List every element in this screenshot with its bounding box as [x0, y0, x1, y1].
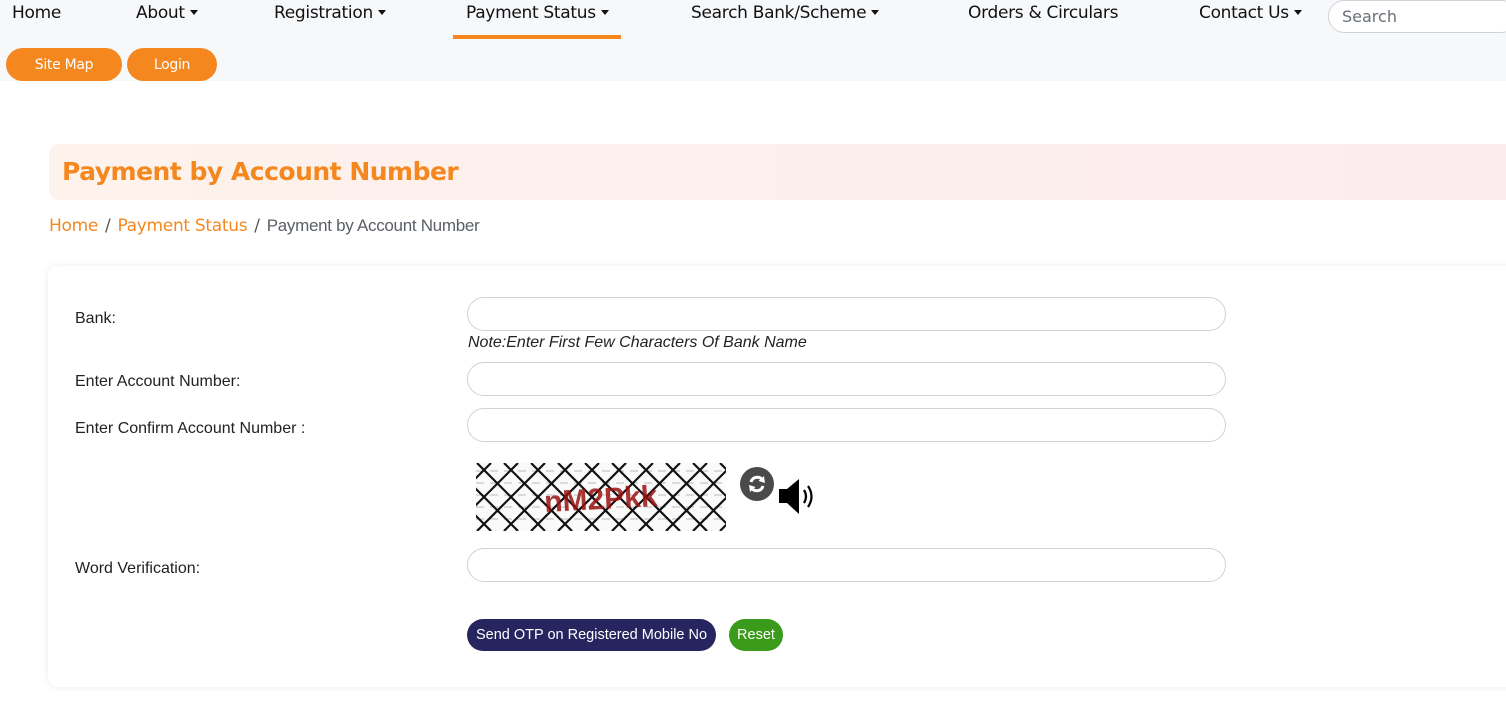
reset-button[interactable]: Reset: [729, 619, 783, 651]
bank-input[interactable]: [467, 297, 1226, 331]
captcha-text: nM2Pkk: [543, 480, 658, 519]
site-map-button[interactable]: Site Map: [6, 48, 122, 81]
captcha-image: nM2Pkk: [476, 463, 726, 531]
nav-item-home[interactable]: Home: [12, 0, 61, 40]
nav-item-label: Contact Us: [1199, 3, 1289, 23]
nav-item-label: Orders & Circulars: [968, 3, 1119, 23]
nav-item-label: Payment Status: [466, 3, 596, 23]
caret-down-icon: [871, 9, 880, 15]
top-navbar: Home About Registration Payment Status S…: [0, 0, 1506, 81]
breadcrumb-payment-status-link[interactable]: Payment Status: [117, 216, 247, 236]
breadcrumb-separator: /: [105, 216, 111, 236]
nav-item-label: Search Bank/Scheme: [691, 3, 867, 23]
page-title: Payment by Account Number: [62, 157, 459, 186]
nav-item-label: About: [136, 3, 185, 23]
breadcrumb-separator: /: [254, 216, 260, 236]
confirm-account-number-input[interactable]: [467, 408, 1226, 442]
confirm-account-number-label: Enter Confirm Account Number :: [75, 420, 306, 437]
caret-down-icon: [1293, 9, 1302, 15]
nav-item-label: Registration: [274, 3, 373, 23]
nav-item-contact-us[interactable]: Contact Us: [1199, 0, 1302, 40]
breadcrumb-home-link[interactable]: Home: [49, 216, 98, 236]
nav-item-payment-status[interactable]: Payment Status: [453, 0, 621, 40]
breadcrumb-current: Payment by Account Number: [266, 216, 480, 235]
send-otp-button[interactable]: Send OTP on Registered Mobile No: [467, 619, 717, 651]
login-button[interactable]: Login: [127, 48, 217, 81]
audio-captcha-speaker-icon[interactable]: [777, 477, 821, 517]
nav-item-registration[interactable]: Registration: [274, 0, 386, 40]
nav-item-orders-circulars[interactable]: Orders & Circulars: [968, 0, 1118, 40]
breadcrumb: Home / Payment Status / Payment by Account N…: [49, 216, 480, 236]
page-title-banner: Payment by Account Number: [49, 144, 1506, 200]
search-input[interactable]: [1328, 0, 1506, 33]
word-verification-input[interactable]: [467, 548, 1226, 582]
account-number-input[interactable]: [467, 362, 1226, 396]
word-verification-label: Word Verification:: [75, 560, 201, 577]
account-number-label: Enter Account Number:: [75, 373, 241, 390]
refresh-captcha-icon[interactable]: [740, 467, 774, 501]
caret-down-icon: [377, 9, 386, 15]
bank-note: Note:Enter First Few Characters Of Bank …: [468, 334, 807, 351]
nav-item-search-bank-scheme[interactable]: Search Bank/Scheme: [691, 0, 880, 40]
bank-label: Bank:: [75, 310, 116, 327]
nav-item-about[interactable]: About: [136, 0, 198, 40]
nav-item-label: Home: [12, 3, 62, 23]
payment-form-card: Bank: Note:Enter First Few Characters Of…: [48, 266, 1506, 687]
caret-down-icon: [189, 9, 198, 15]
caret-down-icon: [600, 9, 609, 15]
